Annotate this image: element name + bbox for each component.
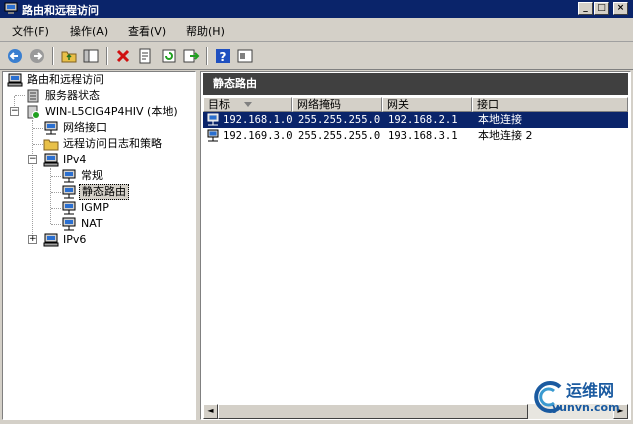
expand-ipv6-toggle[interactable]: + — [28, 235, 37, 244]
table-row[interactable]: 192.169.3.0 255.255.255.0 193.168.3.1 本地… — [203, 128, 628, 144]
tree-label: 路由和远程访问 — [27, 73, 104, 86]
delete-icon[interactable] — [114, 47, 132, 65]
back-icon[interactable] — [6, 47, 24, 65]
server-running-icon — [27, 105, 40, 119]
menu-file[interactable]: 文件(F) — [12, 23, 49, 39]
cell-destination: 192.168.1.0 — [223, 114, 293, 126]
scroll-left-button[interactable]: ◄ — [203, 404, 218, 419]
refresh-icon[interactable] — [160, 47, 178, 65]
minimize-button[interactable]: _ — [578, 2, 593, 15]
tree-label: IGMP — [81, 201, 109, 214]
network-icon — [44, 121, 58, 135]
column-label: 网关 — [387, 98, 409, 111]
computer-icon — [62, 185, 76, 199]
close-button[interactable]: × — [613, 2, 628, 15]
tree-label: 网络接口 — [63, 121, 107, 134]
help-icon[interactable]: ? — [214, 47, 232, 65]
tree-label-selected: 静态路由 — [79, 184, 129, 200]
toolbar-separator — [206, 47, 208, 65]
computer-icon — [7, 73, 23, 87]
tree-connector — [51, 224, 61, 225]
column-label: 接口 — [477, 98, 499, 111]
export-list-icon[interactable] — [182, 47, 200, 65]
tree-connector — [33, 128, 43, 129]
computer-icon — [62, 169, 76, 183]
cell-interface: 本地连接 — [478, 113, 522, 126]
show-hide-tree-icon[interactable] — [82, 47, 100, 65]
sort-arrow-icon — [244, 102, 252, 107]
route-icon — [207, 113, 219, 126]
cell-netmask: 255.255.255.0 — [298, 114, 381, 126]
tree-label: WIN-L5CIG4P4HIV (本地) — [45, 105, 178, 118]
computer-icon — [62, 217, 76, 231]
scroll-thumb[interactable] — [218, 404, 528, 419]
svg-text:?: ? — [220, 50, 227, 64]
cell-destination: 192.169.3.0 — [223, 130, 293, 142]
computer-icon — [43, 153, 59, 167]
tree-label: 远程访问日志和策略 — [63, 137, 162, 150]
route-icon — [207, 129, 219, 142]
window-title: 路由和远程访问 — [22, 4, 99, 17]
tree-label: 服务器状态 — [45, 89, 100, 102]
tree-pane: 路由和远程访问 服务器状态 − WIN-L5CIG4P4HIV (本地) 网络接… — [2, 71, 196, 420]
tree-label: NAT — [81, 217, 103, 230]
column-label: 网络掩码 — [297, 98, 341, 111]
tree-connector — [51, 176, 61, 177]
tree-connector — [51, 192, 61, 193]
toolbar: ? — [0, 43, 633, 70]
tree-label: 常规 — [81, 169, 103, 182]
cell-gateway: 192.168.2.1 — [388, 114, 458, 126]
menu-action[interactable]: 操作(A) — [70, 23, 108, 39]
tree-connector — [33, 144, 43, 145]
toolbar-separator — [52, 47, 54, 65]
column-label: 目标 — [208, 98, 230, 111]
server-list-icon — [27, 89, 39, 103]
watermark-url: yunvn.com — [552, 401, 620, 414]
watermark-brand: 运维网 — [566, 381, 615, 400]
up-folder-icon[interactable] — [60, 47, 78, 65]
tree-label: IPv6 — [63, 233, 87, 246]
collapse-ipv4-toggle[interactable]: − — [28, 155, 37, 164]
app-icon — [4, 2, 18, 14]
watermark: 运维网 yunvn.com — [530, 375, 630, 420]
title-bar: 路由和远程访问 _ □ × — [0, 0, 633, 18]
cell-interface: 本地连接 2 — [478, 129, 533, 142]
column-header-interface[interactable]: 接口 — [472, 97, 628, 112]
cell-gateway: 193.168.3.1 — [388, 130, 458, 142]
folder-icon — [43, 139, 59, 151]
pane-header: 静态路由 — [203, 73, 628, 95]
tree-connector — [32, 120, 33, 240]
cell-netmask: 255.255.255.0 — [298, 130, 381, 142]
column-header-gateway[interactable]: 网关 — [382, 97, 472, 112]
maximize-button[interactable]: □ — [594, 2, 609, 15]
console-icon[interactable] — [236, 47, 254, 65]
column-header-destination[interactable]: 目标 — [203, 97, 292, 112]
tree-connector — [51, 208, 61, 209]
forward-icon[interactable] — [28, 47, 46, 65]
menu-help[interactable]: 帮助(H) — [186, 23, 225, 39]
menu-view[interactable]: 查看(V) — [128, 23, 166, 39]
table-row[interactable]: 192.168.1.0 255.255.255.0 192.168.2.1 本地… — [203, 112, 628, 128]
computer-icon — [43, 233, 59, 247]
computer-icon — [62, 201, 76, 215]
collapse-server-toggle[interactable]: − — [10, 107, 19, 116]
column-header-netmask[interactable]: 网络掩码 — [292, 97, 382, 112]
tree-label: IPv4 — [63, 153, 87, 166]
tree-connector — [15, 95, 25, 96]
details-pane: 静态路由 目标 网络掩码 网关 接口 192.168.1.0 255.255.2… — [200, 71, 631, 420]
menu-bar: 文件(F) 操作(A) 查看(V) 帮助(H) — [0, 19, 633, 42]
toolbar-separator — [106, 47, 108, 65]
properties-icon[interactable] — [136, 47, 154, 65]
